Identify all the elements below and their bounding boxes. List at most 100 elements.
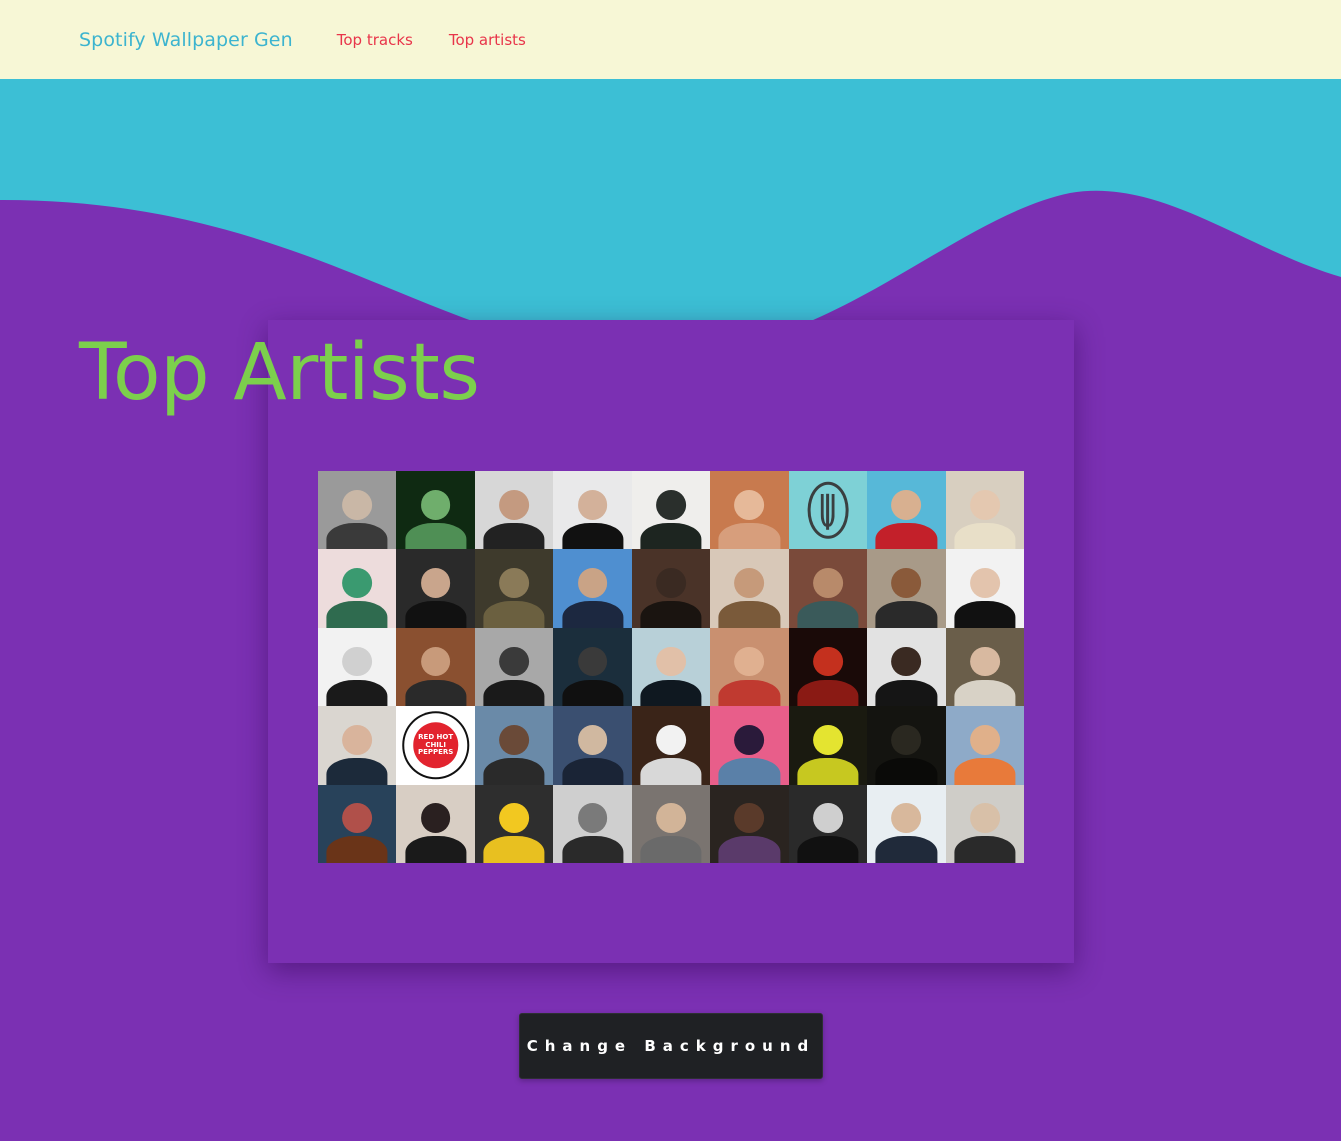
artist-image-tile[interactable] [318,627,397,707]
artist-image-tile[interactable] [474,627,554,707]
artist-silhouette-body [326,679,388,707]
artist-image-tile[interactable] [788,627,868,707]
artist-image-tile[interactable] [710,549,789,628]
page-title: Top Artists [79,328,480,418]
artist-image-tile[interactable] [710,706,789,785]
artist-image-tile[interactable] [710,471,789,550]
artist-image-tile[interactable] [631,784,711,863]
artist-image-tile[interactable] [945,549,1024,628]
artist-image-tile[interactable] [867,471,946,550]
artist-silhouette-head [812,803,843,834]
artist-silhouette-body [954,601,1016,628]
artist-image-tile[interactable] [945,471,1024,550]
artist-silhouette-body [640,522,702,550]
artist-image-tile[interactable] [474,784,554,863]
artist-silhouette-head [969,489,1000,520]
artist-silhouette-head [734,725,765,755]
artist-image-tile[interactable] [710,627,789,707]
artist-silhouette-head [342,725,373,755]
artist-silhouette-body [483,522,545,550]
artist-silhouette-head [734,489,765,520]
artist-image-tile[interactable] [631,627,711,707]
artist-silhouette-head [577,725,608,755]
band-logo-text: RED HOT CHILI PEPPERS [417,732,454,757]
artist-silhouette-head [420,646,451,677]
artist-silhouette-body [718,757,781,785]
artist-silhouette-body [718,836,781,863]
artist-image-tile[interactable] [553,627,632,707]
artist-silhouette-head [342,568,373,598]
artist-silhouette-head [499,803,529,834]
artist-silhouette-body [483,836,545,863]
artist-silhouette-body [875,601,937,628]
artist-silhouette-head [969,725,1000,755]
artist-silhouette-body [561,601,624,628]
artist-image-tile[interactable] [553,706,632,785]
artist-silhouette-head [420,803,451,834]
artist-silhouette-head [656,646,686,677]
artist-silhouette-body [561,522,624,550]
trident-logo-icon [807,481,849,539]
artist-image-tile[interactable] [396,784,475,863]
artist-image-tile[interactable] [396,627,475,707]
change-background-button[interactable]: Change Background [519,1013,823,1079]
artist-silhouette-body [405,679,467,707]
top-navbar: Spotify Wallpaper Gen Top tracks Top art… [0,0,1341,79]
artist-silhouette-head [577,646,608,677]
artist-silhouette-head [734,646,765,677]
artist-silhouette-head [656,489,686,520]
artist-image-tile[interactable] [553,784,632,863]
artist-image-tile[interactable] [396,549,475,628]
hero-wave-shape [0,79,1341,358]
artist-image-tile[interactable]: RED HOT CHILI PEPPERS [396,706,475,785]
artist-silhouette-head [342,489,373,520]
artist-image-tile[interactable] [318,784,397,863]
artist-silhouette-body [797,679,859,707]
artist-silhouette-head [420,489,451,520]
artist-silhouette-body [797,757,859,785]
artist-image-tile[interactable] [396,471,475,550]
artist-silhouette-body [483,757,545,785]
artist-image-tile[interactable] [867,549,946,628]
artist-silhouette-head [342,646,373,677]
artist-image-tile[interactable] [631,706,711,785]
nav-link-top-artists[interactable]: Top artists [449,31,526,49]
artist-image-tile[interactable] [945,706,1024,785]
artist-image-tile[interactable] [788,784,868,863]
artist-silhouette-body [718,601,781,628]
artist-silhouette-body [797,836,859,863]
artist-image-tile[interactable] [788,549,868,628]
artist-image-tile[interactable] [318,471,397,550]
artist-silhouette-body [640,836,702,863]
artist-image-tile[interactable] [788,706,868,785]
artist-image-tile[interactable] [867,784,946,863]
artist-image-tile[interactable] [631,471,711,550]
artist-silhouette-body [640,757,702,785]
artist-image-tile[interactable] [474,706,554,785]
artist-silhouette-head [734,568,765,598]
artist-image-tile[interactable] [474,549,554,628]
artist-silhouette-head [969,646,1000,677]
artist-silhouette-body [326,601,388,628]
artist-silhouette-head [577,489,608,520]
artist-image-tile[interactable] [474,471,554,550]
artist-image-tile[interactable] [788,471,868,550]
nav-link-top-tracks[interactable]: Top tracks [337,31,413,49]
artist-image-tile[interactable] [553,471,632,550]
artist-image-tile[interactable] [318,706,397,785]
artist-silhouette-head [499,646,529,677]
artist-silhouette-head [891,725,922,755]
artist-image-tile[interactable] [553,549,632,628]
artist-image-tile[interactable] [710,784,789,863]
artist-image-tile[interactable] [945,784,1024,863]
artist-silhouette-head [812,568,843,598]
artist-image-tile[interactable] [631,549,711,628]
artist-silhouette-head [499,725,529,755]
artist-image-tile[interactable] [867,627,946,707]
artist-silhouette-body [483,601,545,628]
brand-link[interactable]: Spotify Wallpaper Gen [79,29,293,51]
artist-image-tile[interactable] [945,627,1024,707]
artist-silhouette-head [656,725,686,755]
artist-image-tile[interactable] [318,549,397,628]
artist-image-tile[interactable] [867,706,946,785]
